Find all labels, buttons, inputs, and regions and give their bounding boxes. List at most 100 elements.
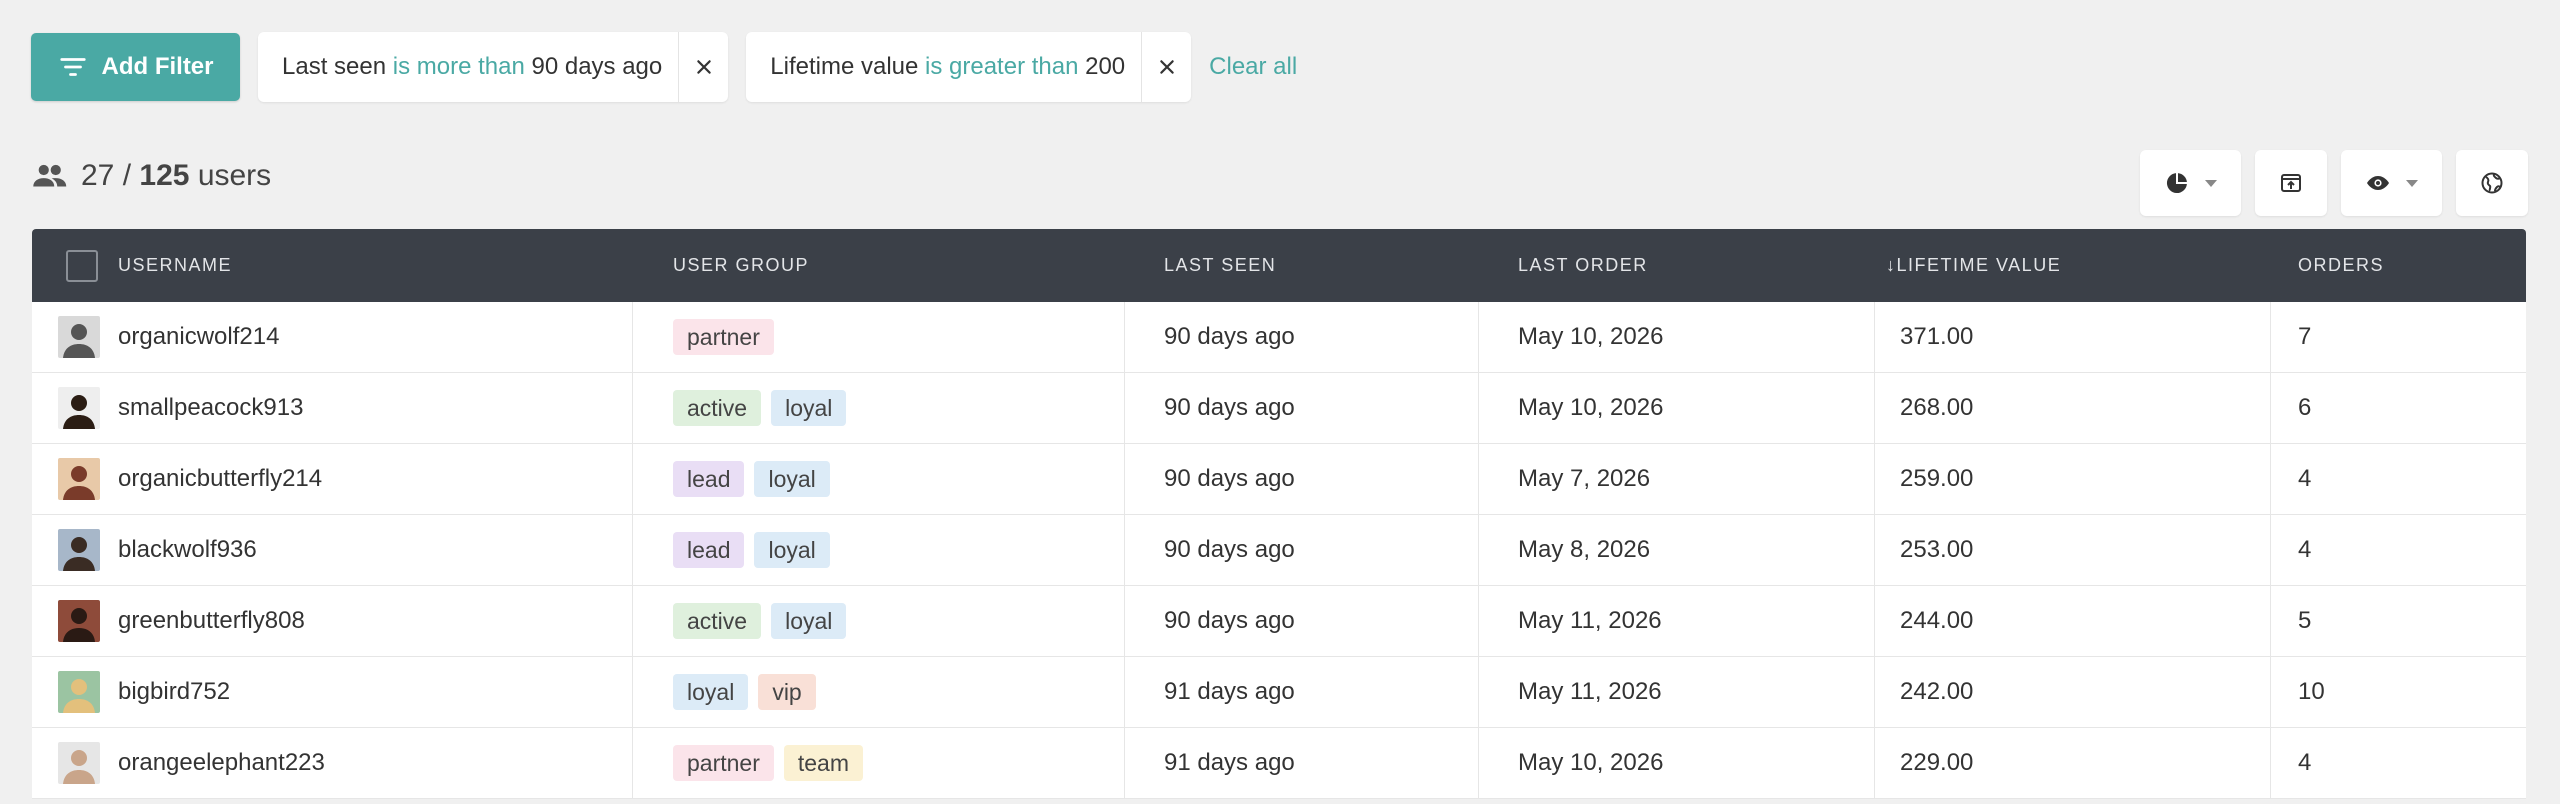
- table-row[interactable]: bigbird752 loyal vip 91 days ago May 11, …: [32, 657, 2526, 728]
- column-visibility-button[interactable]: [2341, 150, 2442, 216]
- clear-all-link[interactable]: Clear all: [1209, 53, 1297, 81]
- table-row[interactable]: organicwolf214 partner 90 days ago May 1…: [32, 302, 2526, 373]
- user-group-tag: loyal: [754, 532, 830, 568]
- globe-icon: [2481, 172, 2503, 194]
- eye-icon: [2366, 176, 2389, 190]
- avatar: [58, 586, 100, 656]
- orders-cell: 4: [2298, 536, 2312, 563]
- globe-button[interactable]: [2456, 150, 2528, 216]
- last-seen-cell: 91 days ago: [1164, 678, 1295, 705]
- users-icon: [33, 164, 67, 187]
- username-cell[interactable]: organicbutterfly214: [118, 444, 322, 514]
- avatar: [58, 515, 100, 585]
- username-cell[interactable]: orangeelephant223: [118, 728, 325, 798]
- chart-view-button[interactable]: [2140, 150, 2241, 216]
- total-count: 125: [139, 159, 190, 192]
- table-row[interactable]: orangeelephant223 partner team 91 days ag…: [32, 728, 2526, 799]
- export-icon: [2281, 174, 2301, 192]
- remove-filter-button[interactable]: [678, 32, 728, 102]
- avatar: [58, 302, 100, 372]
- last-order-cell: May 8, 2026: [1518, 536, 1651, 563]
- export-button[interactable]: [2255, 150, 2327, 216]
- user-group-cell: loyal vip: [673, 657, 826, 727]
- column-header-user-group[interactable]: User Group: [673, 229, 809, 302]
- filter-bar: Add Filter Last seen is more than 90 day…: [31, 32, 1297, 102]
- column-header-last-seen[interactable]: Last Seen: [1164, 229, 1276, 302]
- orders-cell: 5: [2298, 607, 2312, 634]
- orders-cell: 7: [2298, 323, 2312, 350]
- filter-field: Lifetime value: [770, 53, 919, 80]
- avatar: [58, 373, 100, 443]
- users-table: Username User Group Last Seen Last Order…: [32, 229, 2526, 799]
- lifetime-value-cell: 242.00: [1900, 678, 1974, 705]
- chevron-down-icon: [2204, 179, 2217, 187]
- last-order-cell: May 7, 2026: [1518, 465, 1651, 492]
- last-seen-cell: 90 days ago: [1164, 536, 1295, 563]
- user-group-tag: partner: [673, 745, 774, 781]
- last-seen-cell: 90 days ago: [1164, 323, 1295, 350]
- user-group-cell: active loyal: [673, 586, 856, 656]
- lifetime-value-cell: 229.00: [1900, 749, 1974, 776]
- user-group-tag: loyal: [771, 390, 847, 426]
- filter-chip-lifetime-value[interactable]: Lifetime value is greater than 200: [746, 32, 1192, 102]
- last-seen-cell: 91 days ago: [1164, 749, 1295, 776]
- user-group-tag: loyal: [771, 603, 847, 639]
- filter-operator: is greater than: [925, 53, 1079, 80]
- table-body: organicwolf214 partner 90 days ago May 1…: [32, 302, 2526, 799]
- filter-field: Last seen: [282, 53, 387, 80]
- column-header-username[interactable]: Username: [118, 229, 232, 302]
- avatar: [58, 657, 100, 727]
- table-row[interactable]: greenbutterfly808 active loyal 90 days ag…: [32, 586, 2526, 657]
- add-filter-label: Add Filter: [101, 53, 214, 80]
- column-header-last-order[interactable]: Last Order: [1518, 229, 1648, 302]
- last-order-cell: May 10, 2026: [1518, 394, 1664, 421]
- last-order-cell: May 10, 2026: [1518, 749, 1664, 776]
- chevron-down-icon: [2405, 179, 2418, 187]
- user-group-cell: partner: [673, 302, 784, 372]
- filter-value: 200: [1085, 53, 1126, 80]
- filter-value: 90 days ago: [531, 53, 663, 80]
- username-cell[interactable]: bigbird752: [118, 657, 230, 727]
- lifetime-value-cell: 253.00: [1900, 536, 1974, 563]
- view-toolbar: [2140, 150, 2528, 216]
- orders-cell: 4: [2298, 749, 2312, 776]
- count-separator: /: [122, 159, 132, 192]
- table-row[interactable]: blackwolf936 lead loyal 90 days ago May 8…: [32, 515, 2526, 586]
- username-cell[interactable]: organicwolf214: [118, 302, 279, 372]
- last-order-cell: May 11, 2026: [1518, 678, 1662, 705]
- column-header-orders[interactable]: Orders: [2298, 229, 2384, 302]
- add-filter-button[interactable]: Add Filter: [31, 33, 240, 101]
- user-group-tag: lead: [673, 461, 745, 497]
- user-group-cell: partner team: [673, 728, 873, 798]
- user-count: 27 / 125 users: [31, 158, 271, 194]
- avatar: [58, 728, 100, 798]
- remove-filter-button[interactable]: [1141, 32, 1191, 102]
- user-group-cell: active loyal: [673, 373, 856, 443]
- user-group-cell: lead loyal: [673, 444, 840, 514]
- user-group-cell: lead loyal: [673, 515, 840, 585]
- lifetime-value-cell: 244.00: [1900, 607, 1974, 634]
- column-header-lifetime-value[interactable]: ↓Lifetime Value: [1886, 229, 2061, 302]
- username-cell[interactable]: greenbutterfly808: [118, 586, 305, 656]
- table-row[interactable]: smallpeacock913 active loyal 90 days ago …: [32, 373, 2526, 444]
- lifetime-value-cell: 371.00: [1900, 323, 1974, 350]
- user-group-tag: loyal: [673, 674, 749, 710]
- pie-chart-icon: [2166, 173, 2187, 194]
- username-cell[interactable]: blackwolf936: [118, 515, 257, 585]
- user-group-tag: partner: [673, 319, 774, 355]
- filter-operator: is more than: [392, 53, 525, 80]
- last-order-cell: May 11, 2026: [1518, 607, 1662, 634]
- select-all-checkbox[interactable]: [66, 229, 98, 302]
- lifetime-value-cell: 268.00: [1900, 394, 1974, 421]
- last-seen-cell: 90 days ago: [1164, 465, 1295, 492]
- close-icon: [697, 60, 711, 74]
- shown-count: 27: [81, 159, 115, 192]
- filter-chip-last-seen[interactable]: Last seen is more than 90 days ago: [258, 32, 729, 102]
- user-group-tag: active: [673, 603, 762, 639]
- user-group-tag: lead: [673, 532, 745, 568]
- username-cell[interactable]: smallpeacock913: [118, 373, 303, 443]
- user-group-tag: team: [783, 745, 864, 781]
- filter-icon: [59, 58, 86, 76]
- table-row[interactable]: organicbutterfly214 lead loyal 90 days ag…: [32, 444, 2526, 515]
- lifetime-value-cell: 259.00: [1900, 465, 1974, 492]
